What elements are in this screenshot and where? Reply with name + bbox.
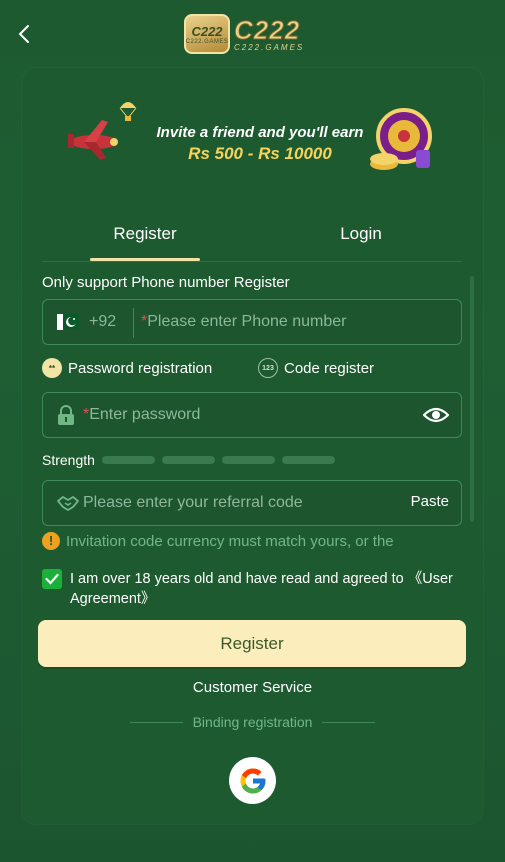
pakistan-flag-icon: [57, 314, 79, 330]
tab-register[interactable]: Register: [90, 222, 200, 261]
banner-reward: Rs 500 - Rs 10000: [188, 144, 332, 163]
phone-register-label: Only support Phone number Register: [42, 274, 290, 291]
password-input[interactable]: *Enter password: [83, 393, 403, 437]
password-placeholder: Enter password: [89, 406, 201, 423]
binding-registration-divider: Binding registration: [130, 713, 376, 731]
strength-bar: [282, 456, 335, 464]
logo-badge-text: C222: [191, 23, 223, 39]
referral-input[interactable]: Please enter your referral code: [83, 481, 393, 525]
password-field[interactable]: *Enter password: [42, 392, 462, 438]
mode-code-label: Code register: [284, 359, 375, 377]
mode-code-register[interactable]: 123 Code register: [258, 358, 374, 378]
password-mode-icon: **: [42, 358, 62, 378]
notice-text: Invitation code currency must match your…: [66, 532, 394, 550]
back-button[interactable]: [12, 20, 36, 48]
airplane-icon: [68, 120, 118, 160]
binding-registration-label: Binding registration: [192, 714, 313, 730]
warning-icon: !: [42, 532, 60, 550]
paste-button[interactable]: Paste: [411, 493, 449, 510]
divider-line: [322, 721, 376, 723]
eye-icon[interactable]: [423, 405, 449, 425]
strength-bar: [222, 456, 275, 464]
auth-tabs: Register Login: [42, 222, 462, 262]
tab-login[interactable]: Login: [306, 222, 416, 260]
strength-label: Strength: [42, 452, 95, 468]
mode-password-label: Password registration: [68, 359, 213, 377]
referral-field[interactable]: Please enter your referral code Paste: [42, 480, 462, 526]
logo: C222 C222.GAMES C222 C222.GAMES: [184, 12, 324, 56]
age-agreement: I am over 18 years old and have read and…: [42, 567, 462, 609]
code-mode-icon: 123: [258, 358, 278, 378]
phone-field[interactable]: +92 *Please enter Phone number: [42, 299, 462, 345]
logo-wordmark-text: C222: [233, 14, 301, 45]
handshake-icon: [57, 496, 79, 511]
strength-bar: [102, 456, 155, 464]
logo-wordmark: C222 C222.GAMES: [233, 14, 305, 52]
register-mode-selector: ** Password registration 123 Code regist…: [42, 358, 462, 380]
chevron-left-icon: [18, 25, 29, 43]
field-divider: [133, 308, 134, 338]
password-strength: Strength: [42, 450, 462, 470]
divider-line: [130, 721, 183, 723]
lock-icon: [58, 405, 74, 425]
strength-bar: [162, 456, 215, 464]
google-login-button[interactable]: [229, 757, 276, 804]
parachute-icon: [119, 102, 137, 121]
banner-headline: Invite a friend and you'll earn: [156, 124, 364, 141]
currency-notice: ! Invitation code currency must match yo…: [42, 532, 462, 550]
logo-badge-subtext: C222.GAMES: [185, 38, 229, 45]
logo-wordmark-subtext: C222.GAMES: [234, 42, 305, 52]
customer-service-link[interactable]: Customer Service: [0, 679, 505, 696]
agree-text: I am over 18 years old and have read and…: [70, 569, 465, 609]
phone-placeholder: Please enter Phone number: [147, 313, 347, 330]
invite-banner[interactable]: Invite a friend and you'll earn Rs 500 -…: [62, 96, 442, 182]
prize-wheel-icon: [370, 108, 432, 170]
agree-statement: I am over 18 years old and have read and…: [70, 571, 408, 587]
form-scrollbar[interactable]: [470, 276, 474, 522]
logo-badge: C222 C222.GAMES: [184, 14, 230, 54]
check-icon: [45, 573, 59, 585]
top-bar: C222 C222.GAMES C222 C222.GAMES: [0, 0, 505, 64]
mode-password-registration[interactable]: ** Password registration: [42, 358, 212, 378]
country-code[interactable]: +92: [89, 313, 116, 331]
google-icon: [240, 768, 265, 793]
agree-checkbox[interactable]: [42, 569, 62, 589]
register-button[interactable]: Register: [38, 620, 466, 667]
phone-input[interactable]: *Please enter Phone number: [141, 300, 451, 344]
